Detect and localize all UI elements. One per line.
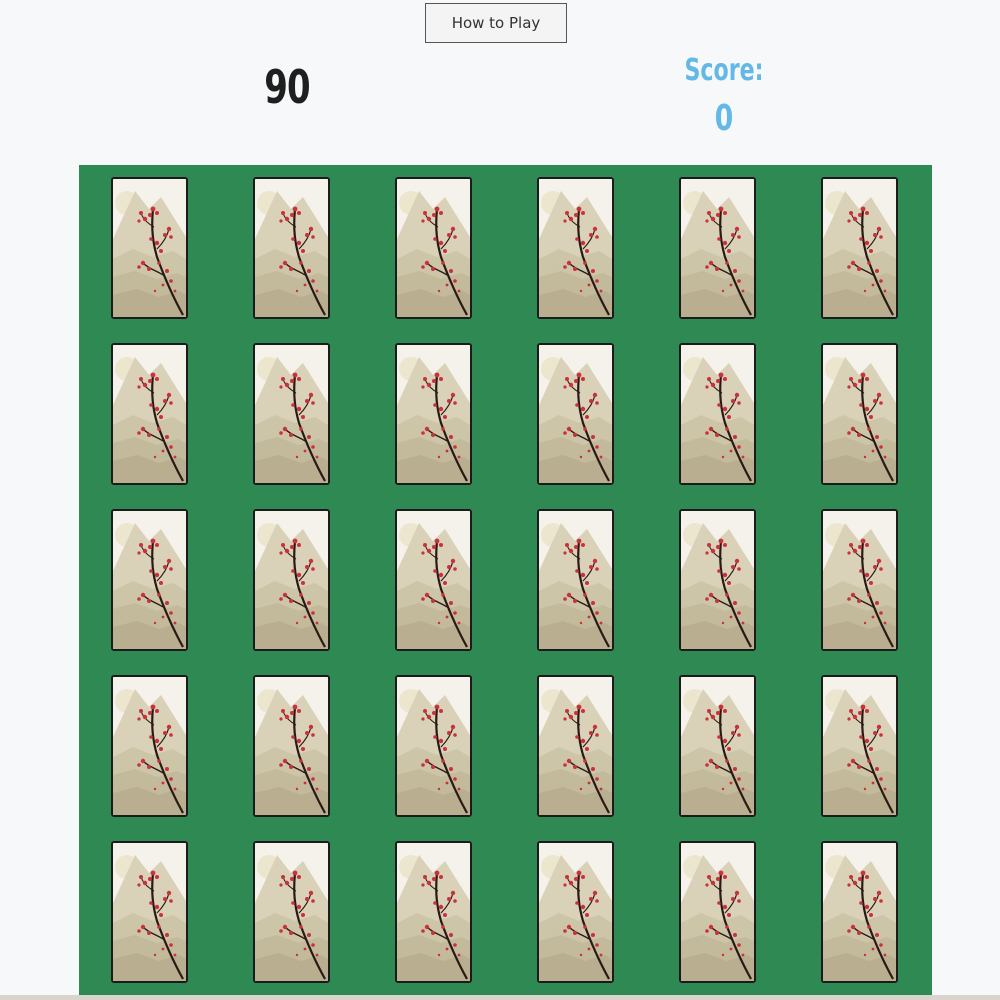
memory-card-face-down[interactable] [253, 675, 330, 817]
mountain-cherry-blossom-card-back-icon [823, 677, 896, 815]
mountain-cherry-blossom-card-back-icon [539, 511, 612, 649]
mountain-cherry-blossom-card-back-icon [823, 843, 896, 981]
mountain-cherry-blossom-card-back-icon [113, 843, 186, 981]
memory-card-face-down[interactable] [537, 509, 614, 651]
memory-card-face-down[interactable] [821, 509, 898, 651]
mountain-cherry-blossom-card-back-icon [823, 345, 896, 483]
memory-card-face-down[interactable] [679, 177, 756, 319]
mountain-cherry-blossom-card-back-icon [113, 345, 186, 483]
mountain-cherry-blossom-card-back-icon [823, 179, 896, 317]
memory-card-face-down[interactable] [111, 675, 188, 817]
memory-card-face-down[interactable] [821, 343, 898, 485]
memory-card-face-down[interactable] [679, 343, 756, 485]
memory-card-face-down[interactable] [395, 177, 472, 319]
mountain-cherry-blossom-card-back-icon [539, 179, 612, 317]
mountain-cherry-blossom-card-back-icon [397, 179, 470, 317]
score-value: 0 [714, 98, 734, 139]
memory-card-face-down[interactable] [679, 675, 756, 817]
mountain-cherry-blossom-card-back-icon [681, 179, 754, 317]
memory-card-face-down[interactable] [111, 177, 188, 319]
memory-card-face-down[interactable] [537, 177, 614, 319]
mountain-cherry-blossom-card-back-icon [397, 345, 470, 483]
memory-card-face-down[interactable] [111, 343, 188, 485]
mountain-cherry-blossom-card-back-icon [397, 677, 470, 815]
mountain-cherry-blossom-card-back-icon [255, 677, 328, 815]
mountain-cherry-blossom-card-back-icon [681, 677, 754, 815]
memory-card-face-down[interactable] [821, 675, 898, 817]
memory-card-face-down[interactable] [111, 509, 188, 651]
mountain-cherry-blossom-card-back-icon [397, 843, 470, 981]
mountain-cherry-blossom-card-back-icon [113, 179, 186, 317]
memory-card-face-down[interactable] [395, 841, 472, 983]
memory-card-face-down[interactable] [253, 509, 330, 651]
mountain-cherry-blossom-card-back-icon [397, 511, 470, 649]
score-panel: Score: 0 [664, 52, 784, 142]
memory-card-face-down[interactable] [253, 343, 330, 485]
memory-card-face-down[interactable] [395, 343, 472, 485]
mountain-cherry-blossom-card-back-icon [113, 511, 186, 649]
memory-card-face-down[interactable] [821, 841, 898, 983]
memory-card-face-down[interactable] [395, 675, 472, 817]
game-board [79, 165, 932, 1000]
mountain-cherry-blossom-card-back-icon [255, 179, 328, 317]
mountain-cherry-blossom-card-back-icon [255, 843, 328, 981]
mountain-cherry-blossom-card-back-icon [681, 345, 754, 483]
memory-card-face-down[interactable] [253, 177, 330, 319]
memory-card-face-down[interactable] [395, 509, 472, 651]
memory-card-face-down[interactable] [253, 841, 330, 983]
page-bottom-edge [0, 995, 1000, 1000]
mountain-cherry-blossom-card-back-icon [539, 345, 612, 483]
mountain-cherry-blossom-card-back-icon [539, 677, 612, 815]
mountain-cherry-blossom-card-back-icon [823, 511, 896, 649]
card-grid [111, 177, 898, 983]
memory-card-face-down[interactable] [537, 841, 614, 983]
memory-card-face-down[interactable] [111, 841, 188, 983]
how-to-play-button[interactable]: How to Play [425, 3, 567, 43]
mountain-cherry-blossom-card-back-icon [681, 843, 754, 981]
mountain-cherry-blossom-card-back-icon [255, 511, 328, 649]
mountain-cherry-blossom-card-back-icon [255, 345, 328, 483]
memory-game-page: How to Play 90 Score: 0 [0, 0, 1000, 1000]
mountain-cherry-blossom-card-back-icon [113, 677, 186, 815]
memory-card-face-down[interactable] [679, 509, 756, 651]
memory-card-face-down[interactable] [821, 177, 898, 319]
memory-card-face-down[interactable] [537, 675, 614, 817]
countdown-timer: 90 [264, 60, 310, 114]
memory-card-face-down[interactable] [537, 343, 614, 485]
score-label: Score: [684, 53, 764, 88]
mountain-cherry-blossom-card-back-icon [681, 511, 754, 649]
memory-card-face-down[interactable] [679, 841, 756, 983]
mountain-cherry-blossom-card-back-icon [539, 843, 612, 981]
